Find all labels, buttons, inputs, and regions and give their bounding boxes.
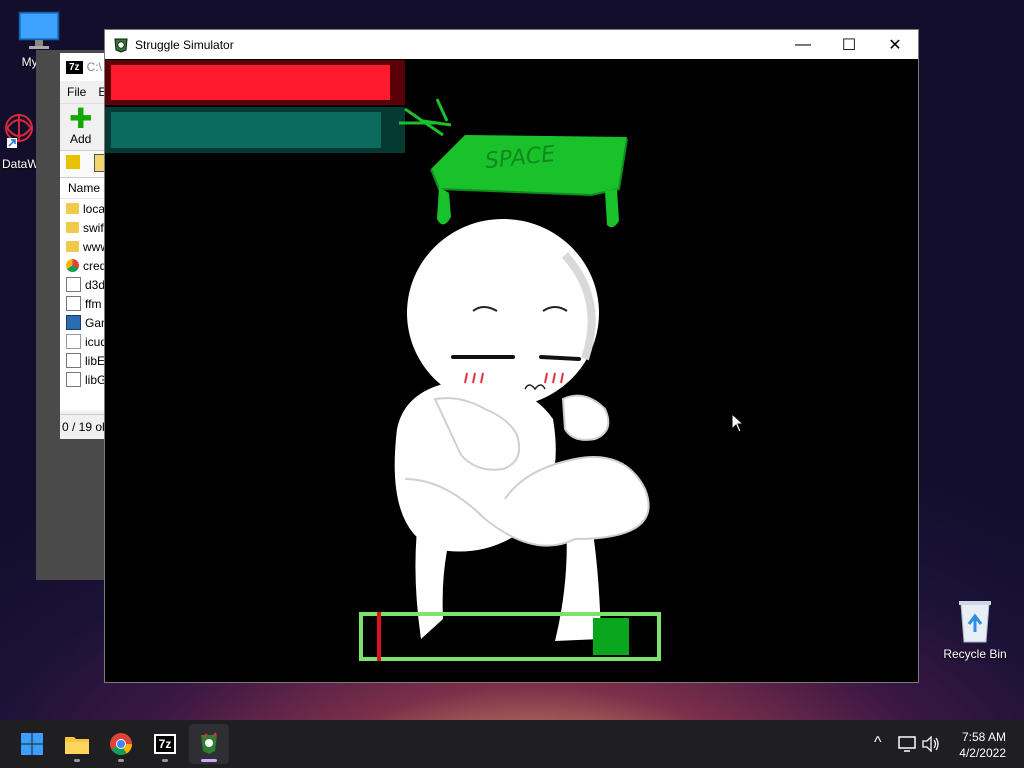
file-name: cred bbox=[83, 258, 107, 273]
game-titlebar[interactable]: Struggle Simulator — ☐ ✕ bbox=[105, 30, 918, 59]
stamina-bar-fill bbox=[111, 112, 381, 148]
file-name: loca bbox=[83, 201, 106, 216]
system-tray: ^ 7:58 AM 4/2/2022 bbox=[844, 720, 1024, 768]
desktop: { "desktop": { "icons": [ {"label": "My … bbox=[0, 0, 1024, 768]
taskbar-active-indicator bbox=[201, 759, 217, 762]
file-row[interactable]: swif bbox=[60, 218, 108, 237]
chrome-icon bbox=[66, 259, 79, 272]
monitor-icon bbox=[18, 11, 60, 49]
file-name: libE bbox=[85, 353, 106, 368]
taskbar-7zip[interactable]: 7z bbox=[145, 724, 185, 764]
add-button-label[interactable]: Add bbox=[70, 132, 91, 146]
taskbar-clock[interactable]: 7:58 AM 4/2/2022 bbox=[959, 729, 1006, 761]
space-key-prompt: SPACE bbox=[399, 98, 628, 228]
file-row[interactable]: cred bbox=[60, 256, 108, 275]
mouse-cursor-icon bbox=[731, 413, 745, 433]
7zip-toolbar: ✚ Add bbox=[60, 104, 108, 150]
column-header-name[interactable]: Name bbox=[60, 178, 108, 199]
file-name: ffm bbox=[85, 296, 102, 311]
timing-target-zone bbox=[593, 618, 629, 655]
start-button[interactable] bbox=[12, 724, 52, 764]
datawave-shortcut-icon bbox=[5, 114, 33, 148]
struggling-character bbox=[394, 219, 650, 641]
taskbar: 7z ^ 7:58 AM 4/2/2022 bbox=[0, 720, 1024, 768]
recycle-bin-icon bbox=[959, 601, 991, 643]
file-row[interactable]: ffm bbox=[60, 294, 108, 313]
up-folder-icon[interactable] bbox=[66, 155, 80, 169]
file-row[interactable]: d3d bbox=[60, 275, 108, 294]
minimize-button[interactable]: — bbox=[780, 30, 826, 59]
maximize-button[interactable]: ☐ bbox=[826, 30, 872, 59]
chrome-icon bbox=[110, 733, 132, 755]
desktop-icon-recycle-bin[interactable]: Recycle Bin bbox=[940, 598, 1010, 661]
folder-icon bbox=[66, 241, 79, 252]
7zip-status-bar: 0 / 19 ob bbox=[60, 414, 108, 439]
dll-icon bbox=[66, 277, 81, 292]
file-list: loca swif www cred d3d ffm Gan icud libE… bbox=[60, 199, 108, 411]
taskbar-running-indicator bbox=[118, 759, 124, 762]
dll-icon bbox=[66, 353, 81, 368]
7zip-address-bar bbox=[60, 150, 108, 178]
dll-icon bbox=[66, 296, 81, 311]
file-row[interactable]: libE bbox=[60, 351, 108, 370]
7zip-icon: 7z bbox=[153, 734, 177, 754]
start-icon bbox=[21, 733, 43, 755]
7zip-titlebar[interactable]: 7z C:\ bbox=[60, 53, 108, 81]
7zip-title: C:\ bbox=[86, 60, 102, 74]
file-row[interactable]: icud bbox=[60, 332, 108, 351]
7zip-window[interactable]: 7z C:\ File E ✚ Add Name loca swif www c… bbox=[60, 53, 108, 439]
folder-icon bbox=[66, 203, 79, 214]
file-row[interactable]: libG bbox=[60, 370, 108, 389]
struggle-simulator-icon bbox=[201, 732, 217, 754]
file-row[interactable]: Gan bbox=[60, 313, 108, 332]
exe-icon bbox=[66, 315, 81, 330]
volume-icon[interactable] bbox=[922, 736, 940, 752]
add-plus-icon[interactable]: ✚ bbox=[69, 105, 92, 133]
file-name: d3d bbox=[85, 277, 106, 292]
tray-overflow-chevron-icon[interactable]: ^ bbox=[874, 734, 882, 752]
dll-icon bbox=[66, 372, 81, 387]
taskbar-chrome[interactable] bbox=[101, 724, 141, 764]
taskbar-struggle-simulator[interactable] bbox=[189, 724, 229, 764]
file-explorer-icon bbox=[65, 737, 89, 754]
game-canvas[interactable]: SPACE bbox=[105, 59, 918, 682]
taskbar-file-explorer[interactable] bbox=[57, 724, 97, 764]
desktop-icon-label: Recycle Bin bbox=[943, 647, 1007, 661]
folder-icon bbox=[66, 222, 79, 233]
struggle-simulator-app-icon bbox=[114, 38, 128, 53]
file-icon bbox=[66, 334, 81, 349]
close-button[interactable]: ✕ bbox=[872, 30, 918, 59]
7zip-app-icon: 7z bbox=[66, 60, 83, 74]
window-title: Struggle Simulator bbox=[135, 37, 234, 52]
file-row[interactable]: loca bbox=[60, 199, 108, 218]
clock-date: 4/2/2022 bbox=[959, 746, 1006, 760]
7zip-menubar: File E bbox=[60, 81, 108, 104]
timing-marker bbox=[377, 612, 381, 661]
game-scene: SPACE bbox=[105, 60, 661, 661]
taskbar-running-indicator bbox=[162, 759, 168, 762]
struggle-simulator-window[interactable]: Struggle Simulator — ☐ ✕ SPACE bbox=[104, 29, 919, 683]
file-name: swif bbox=[83, 220, 104, 235]
file-row[interactable]: www bbox=[60, 237, 108, 256]
clock-time: 7:58 AM bbox=[961, 730, 1006, 744]
taskbar-running-indicator bbox=[74, 759, 80, 762]
menu-file[interactable]: File bbox=[67, 85, 86, 99]
health-bar-fill bbox=[111, 65, 390, 100]
network-icon[interactable] bbox=[898, 736, 916, 752]
